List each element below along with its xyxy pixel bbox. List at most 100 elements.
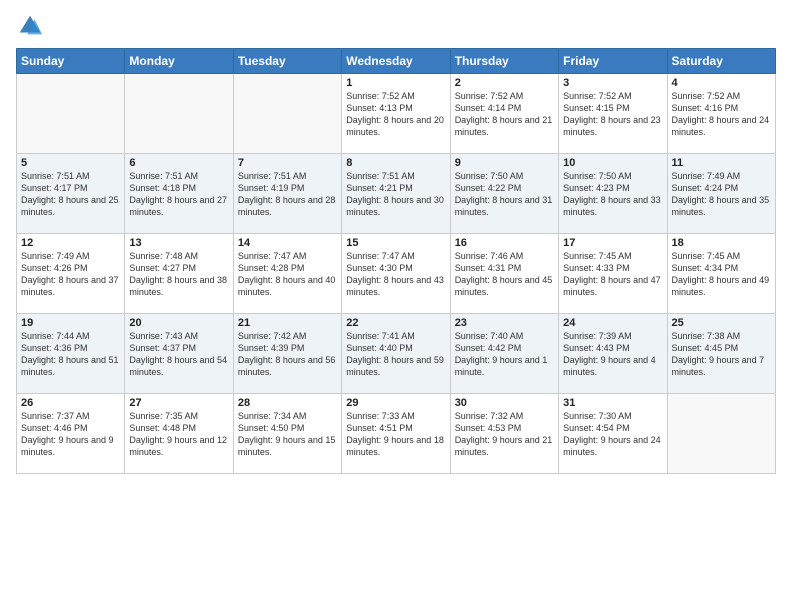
day-number: 8 xyxy=(346,157,445,169)
logo xyxy=(16,12,48,40)
day-number: 3 xyxy=(563,77,662,89)
day-info: Sunrise: 7:39 AMSunset: 4:43 PMDaylight:… xyxy=(563,331,656,377)
day-info: Sunrise: 7:34 AMSunset: 4:50 PMDaylight:… xyxy=(238,411,336,457)
day-cell: 28 Sunrise: 7:34 AMSunset: 4:50 PMDayligh… xyxy=(233,394,341,474)
weekday-header-sunday: Sunday xyxy=(17,49,125,74)
day-number: 18 xyxy=(672,237,771,249)
day-info: Sunrise: 7:40 AMSunset: 4:42 PMDaylight:… xyxy=(455,331,548,377)
day-cell: 26 Sunrise: 7:37 AMSunset: 4:46 PMDayligh… xyxy=(17,394,125,474)
weekday-header-row: SundayMondayTuesdayWednesdayThursdayFrid… xyxy=(17,49,776,74)
day-number: 30 xyxy=(455,397,554,409)
day-number: 2 xyxy=(455,77,554,89)
day-cell: 8 Sunrise: 7:51 AMSunset: 4:21 PMDaylight… xyxy=(342,154,450,234)
day-info: Sunrise: 7:42 AMSunset: 4:39 PMDaylight:… xyxy=(238,331,336,377)
day-number: 17 xyxy=(563,237,662,249)
day-cell: 3Sunrise: 7:52 AMSunset: 4:15 PMDaylight… xyxy=(559,74,667,154)
day-info: Sunrise: 7:49 AMSunset: 4:24 PMDaylight:… xyxy=(672,171,770,217)
day-info: Sunrise: 7:47 AMSunset: 4:30 PMDaylight:… xyxy=(346,251,444,297)
day-info: Sunrise: 7:30 AMSunset: 4:54 PMDaylight:… xyxy=(563,411,661,457)
logo-icon xyxy=(16,12,44,40)
day-number: 4 xyxy=(672,77,771,89)
day-cell: 7 Sunrise: 7:51 AMSunset: 4:19 PMDaylight… xyxy=(233,154,341,234)
day-info: Sunrise: 7:48 AMSunset: 4:27 PMDaylight:… xyxy=(129,251,227,297)
day-info: Sunrise: 7:47 AMSunset: 4:28 PMDaylight:… xyxy=(238,251,336,297)
day-info: Sunrise: 7:41 AMSunset: 4:40 PMDaylight:… xyxy=(346,331,444,377)
day-cell: 2 Sunrise: 7:52 AMSunset: 4:14 PMDaylight… xyxy=(450,74,558,154)
week-row-1: 1Sunrise: 7:52 AMSunset: 4:13 PMDaylight… xyxy=(17,74,776,154)
day-number: 11 xyxy=(672,157,771,169)
day-cell: 12Sunrise: 7:49 AMSunset: 4:26 PMDayligh… xyxy=(17,234,125,314)
day-cell: 11 Sunrise: 7:49 AMSunset: 4:24 PMDayligh… xyxy=(667,154,775,234)
day-number: 7 xyxy=(238,157,337,169)
weekday-header-thursday: Thursday xyxy=(450,49,558,74)
day-info: Sunrise: 7:37 AMSunset: 4:46 PMDaylight:… xyxy=(21,411,114,457)
day-number: 20 xyxy=(129,317,228,329)
day-number: 22 xyxy=(346,317,445,329)
day-number: 21 xyxy=(238,317,337,329)
calendar-table: SundayMondayTuesdayWednesdayThursdayFrid… xyxy=(16,48,776,474)
day-cell xyxy=(233,74,341,154)
day-info: Sunrise: 7:52 AMSunset: 4:16 PMDaylight:… xyxy=(672,91,770,137)
weekday-header-monday: Monday xyxy=(125,49,233,74)
day-number: 31 xyxy=(563,397,662,409)
day-info: Sunrise: 7:50 AMSunset: 4:22 PMDaylight:… xyxy=(455,171,553,217)
day-info: Sunrise: 7:52 AMSunset: 4:14 PMDaylight:… xyxy=(455,91,553,137)
day-number: 26 xyxy=(21,397,120,409)
day-number: 28 xyxy=(238,397,337,409)
day-info: Sunrise: 7:45 AMSunset: 4:33 PMDaylight:… xyxy=(563,251,661,297)
day-info: Sunrise: 7:51 AMSunset: 4:19 PMDaylight:… xyxy=(238,171,336,217)
week-row-2: 5 Sunrise: 7:51 AMSunset: 4:17 PMDaylight… xyxy=(17,154,776,234)
day-number: 23 xyxy=(455,317,554,329)
day-number: 16 xyxy=(455,237,554,249)
day-info: Sunrise: 7:50 AMSunset: 4:23 PMDaylight:… xyxy=(563,171,661,217)
day-info: Sunrise: 7:35 AMSunset: 4:48 PMDaylight:… xyxy=(129,411,227,457)
day-info: Sunrise: 7:32 AMSunset: 4:53 PMDaylight:… xyxy=(455,411,553,457)
day-cell: 27Sunrise: 7:35 AMSunset: 4:48 PMDayligh… xyxy=(125,394,233,474)
day-cell: 21 Sunrise: 7:42 AMSunset: 4:39 PMDayligh… xyxy=(233,314,341,394)
day-cell: 4 Sunrise: 7:52 AMSunset: 4:16 PMDaylight… xyxy=(667,74,775,154)
day-cell xyxy=(125,74,233,154)
header xyxy=(16,12,776,40)
day-info: Sunrise: 7:46 AMSunset: 4:31 PMDaylight:… xyxy=(455,251,553,297)
day-number: 9 xyxy=(455,157,554,169)
day-info: Sunrise: 7:51 AMSunset: 4:17 PMDaylight:… xyxy=(21,171,119,217)
day-cell xyxy=(667,394,775,474)
day-cell: 31 Sunrise: 7:30 AMSunset: 4:54 PMDayligh… xyxy=(559,394,667,474)
day-cell: 24Sunrise: 7:39 AMSunset: 4:43 PMDayligh… xyxy=(559,314,667,394)
day-info: Sunrise: 7:45 AMSunset: 4:34 PMDaylight:… xyxy=(672,251,770,297)
day-cell: 18 Sunrise: 7:45 AMSunset: 4:34 PMDayligh… xyxy=(667,234,775,314)
day-cell: 6Sunrise: 7:51 AMSunset: 4:18 PMDaylight… xyxy=(125,154,233,234)
weekday-header-friday: Friday xyxy=(559,49,667,74)
weekday-header-wednesday: Wednesday xyxy=(342,49,450,74)
day-number: 25 xyxy=(672,317,771,329)
day-info: Sunrise: 7:44 AMSunset: 4:36 PMDaylight:… xyxy=(21,331,119,377)
day-cell: 20 Sunrise: 7:43 AMSunset: 4:37 PMDayligh… xyxy=(125,314,233,394)
day-info: Sunrise: 7:52 AMSunset: 4:13 PMDaylight:… xyxy=(346,91,444,137)
day-cell: 15 Sunrise: 7:47 AMSunset: 4:30 PMDayligh… xyxy=(342,234,450,314)
day-cell: 16 Sunrise: 7:46 AMSunset: 4:31 PMDayligh… xyxy=(450,234,558,314)
day-cell: 14 Sunrise: 7:47 AMSunset: 4:28 PMDayligh… xyxy=(233,234,341,314)
day-cell: 10 Sunrise: 7:50 AMSunset: 4:23 PMDayligh… xyxy=(559,154,667,234)
week-row-3: 12Sunrise: 7:49 AMSunset: 4:26 PMDayligh… xyxy=(17,234,776,314)
day-number: 5 xyxy=(21,157,120,169)
day-cell: 19Sunrise: 7:44 AMSunset: 4:36 PMDayligh… xyxy=(17,314,125,394)
day-cell xyxy=(17,74,125,154)
day-cell: 29Sunrise: 7:33 AMSunset: 4:51 PMDayligh… xyxy=(342,394,450,474)
week-row-4: 19Sunrise: 7:44 AMSunset: 4:36 PMDayligh… xyxy=(17,314,776,394)
day-cell: 5 Sunrise: 7:51 AMSunset: 4:17 PMDaylight… xyxy=(17,154,125,234)
day-number: 29 xyxy=(346,397,445,409)
day-number: 14 xyxy=(238,237,337,249)
day-number: 10 xyxy=(563,157,662,169)
day-cell: 9 Sunrise: 7:50 AMSunset: 4:22 PMDaylight… xyxy=(450,154,558,234)
day-info: Sunrise: 7:51 AMSunset: 4:18 PMDaylight:… xyxy=(129,171,227,217)
day-number: 12 xyxy=(21,237,120,249)
day-cell: 30 Sunrise: 7:32 AMSunset: 4:53 PMDayligh… xyxy=(450,394,558,474)
day-info: Sunrise: 7:51 AMSunset: 4:21 PMDaylight:… xyxy=(346,171,444,217)
day-cell: 1Sunrise: 7:52 AMSunset: 4:13 PMDaylight… xyxy=(342,74,450,154)
day-number: 15 xyxy=(346,237,445,249)
day-cell: 23 Sunrise: 7:40 AMSunset: 4:42 PMDayligh… xyxy=(450,314,558,394)
day-info: Sunrise: 7:43 AMSunset: 4:37 PMDaylight:… xyxy=(129,331,227,377)
day-cell: 22 Sunrise: 7:41 AMSunset: 4:40 PMDayligh… xyxy=(342,314,450,394)
day-number: 13 xyxy=(129,237,228,249)
week-row-5: 26 Sunrise: 7:37 AMSunset: 4:46 PMDayligh… xyxy=(17,394,776,474)
